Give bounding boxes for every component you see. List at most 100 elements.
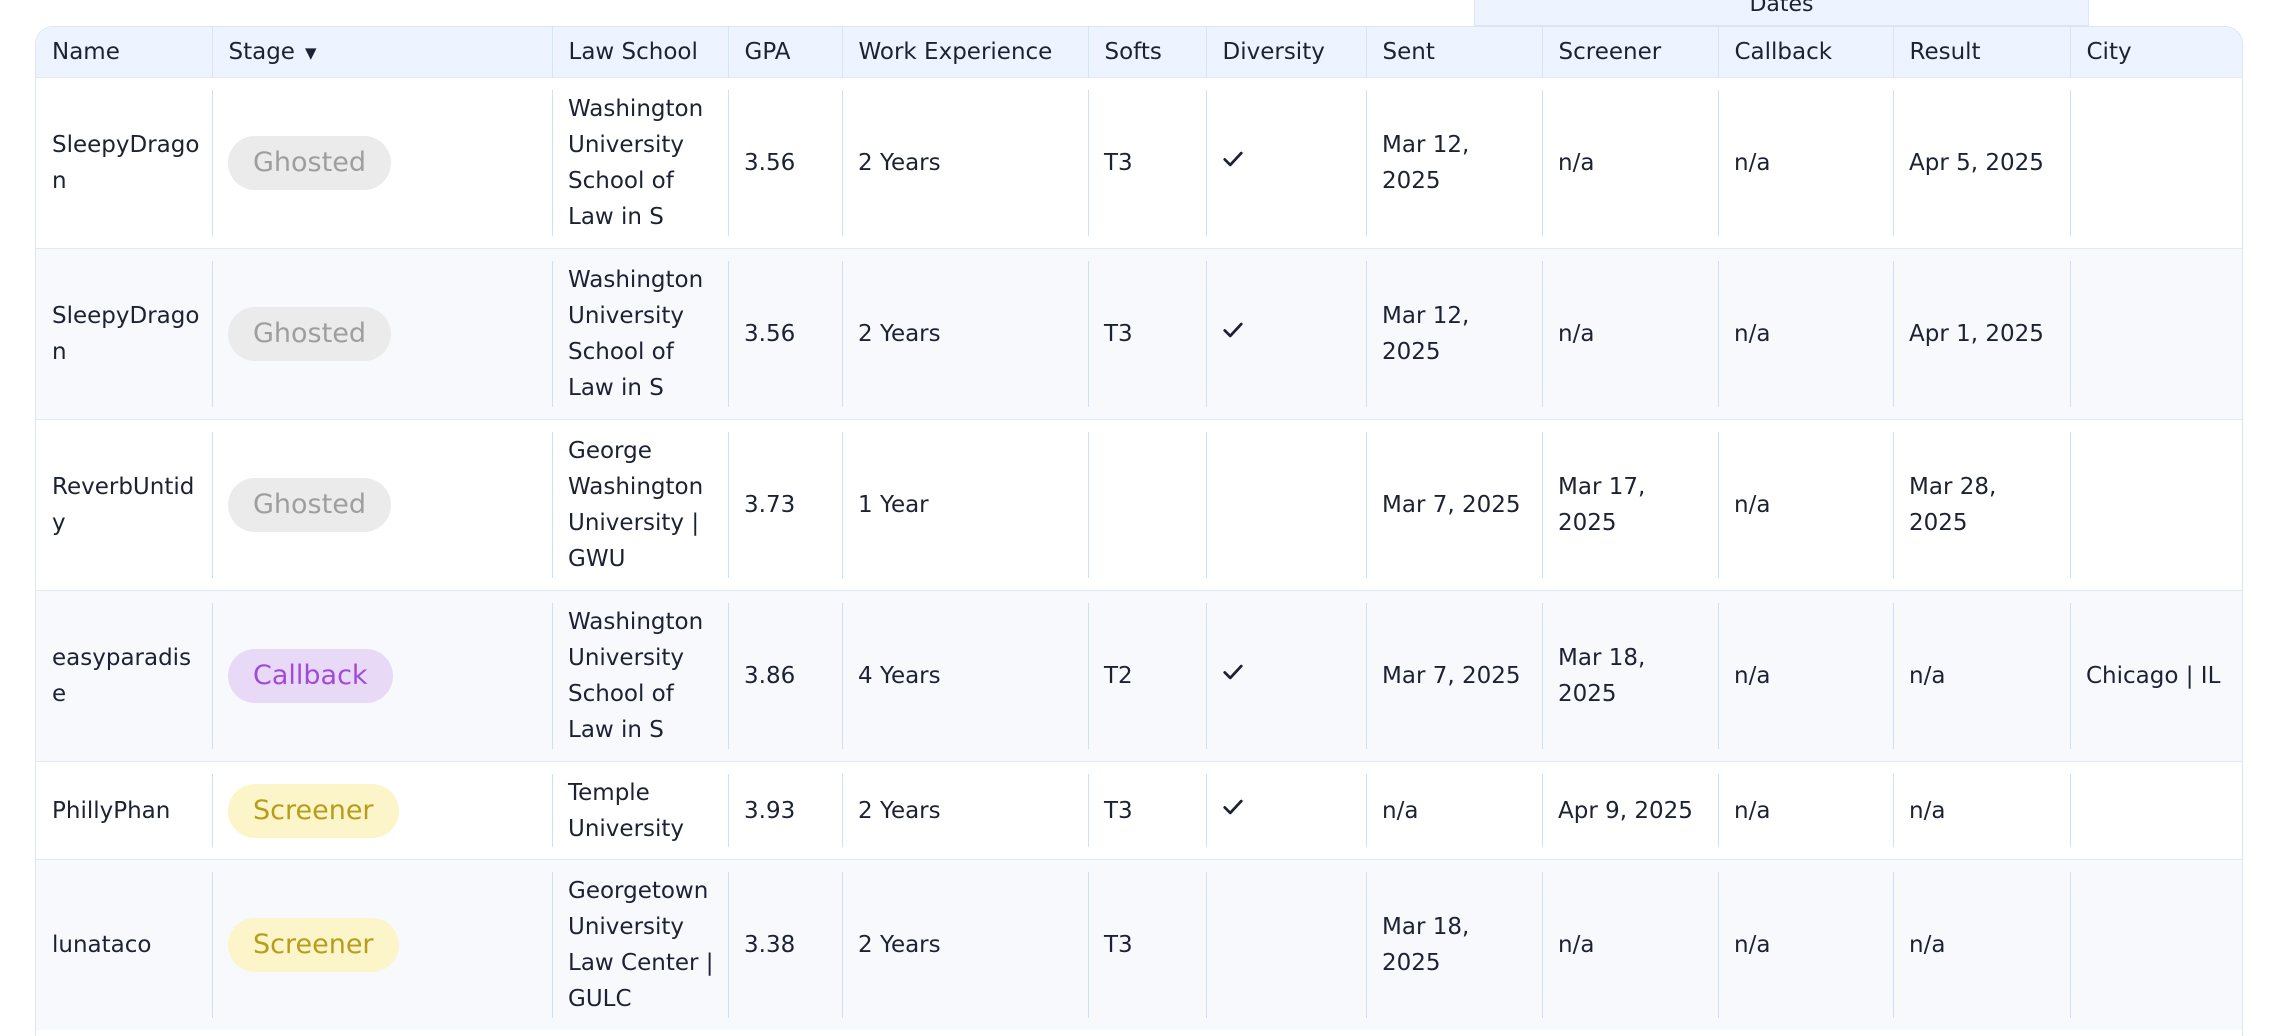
cell-softs: T3 <box>1088 860 1206 1031</box>
cell-screener: n/a <box>1542 249 1718 420</box>
cell-stage: Ghosted <box>212 249 552 420</box>
cell-gpa: 3.86 <box>728 591 842 762</box>
cell-gpa: 3.38 <box>728 860 842 1031</box>
cell-diversity <box>1206 420 1366 591</box>
column-header-callback[interactable]: Callback <box>1717 27 1893 78</box>
cell-diversity <box>1206 591 1366 762</box>
cell-work-experience: 2 Years <box>842 78 1088 249</box>
cell-gpa: 3.56 <box>728 249 842 420</box>
column-header-label: Screener <box>1558 39 1662 65</box>
cell-sent: n/a <box>1366 762 1542 860</box>
cell-softs: T2 <box>1088 591 1206 762</box>
column-header-label: Work Experience <box>858 39 1053 65</box>
cell-name: SleepyDragon <box>52 303 200 365</box>
applications-table: Name Stage ▼ Law School GPA Work Experien… <box>35 26 2243 1036</box>
cell-result: n/a <box>1893 591 2070 762</box>
cell-work-experience: 4 Years <box>842 591 1088 762</box>
cell-work-experience: 2 Years <box>842 249 1088 420</box>
column-header-law-school[interactable]: Law School <box>551 27 728 78</box>
cell-callback: n/a <box>1718 860 1893 1031</box>
column-header-label: Law School <box>568 39 698 65</box>
column-header-softs[interactable]: Softs <box>1087 27 1206 78</box>
cell-sent: Mar 12, 2025 <box>1366 249 1542 420</box>
cell-work-experience: 2 Years <box>842 860 1088 1031</box>
cell-city <box>2070 860 2242 1031</box>
cell-screener: Apr 9, 2025 <box>1542 762 1718 860</box>
checkmark-icon <box>1223 151 1243 167</box>
cell-diversity <box>1206 762 1366 860</box>
stage-badge[interactable]: Ghosted <box>228 136 391 190</box>
cell-screener: n/a <box>1542 78 1718 249</box>
cell-gpa: 3.93 <box>728 762 842 860</box>
column-header-name[interactable]: Name <box>36 27 212 78</box>
cell-stage: Ghosted <box>212 420 552 591</box>
column-header-label: Softs <box>1104 39 1162 65</box>
column-header-gpa[interactable]: GPA <box>727 27 842 78</box>
cell-sent: Mar 12, 2025 <box>1366 78 1542 249</box>
cell-diversity <box>1206 249 1366 420</box>
column-header-diversity[interactable]: Diversity <box>1205 27 1366 78</box>
table-body: SleepyDragon Ghosted Washington Universi… <box>36 77 2242 1031</box>
column-header-result[interactable]: Result <box>1892 27 2070 78</box>
table-row[interactable]: SleepyDragon Ghosted Washington Universi… <box>36 77 2242 249</box>
cell-callback: n/a <box>1718 78 1893 249</box>
cell-city <box>2070 762 2242 860</box>
column-header-label: Stage <box>228 39 295 65</box>
cell-callback: n/a <box>1718 420 1893 591</box>
column-header-label: Callback <box>1734 39 1833 65</box>
column-header-city[interactable]: City <box>2069 27 2242 78</box>
cell-law-school: Georgetown University Law Center | GULC <box>552 860 728 1031</box>
cell-city <box>2070 78 2242 249</box>
column-header-screener[interactable]: Screener <box>1541 27 1718 78</box>
cell-city <box>2070 249 2242 420</box>
stage-badge[interactable]: Screener <box>228 918 399 972</box>
table-row[interactable]: SleepyDragon Ghosted Washington Universi… <box>36 248 2242 420</box>
cell-name: lunataco <box>52 932 152 958</box>
cell-work-experience: 2 Years <box>842 762 1088 860</box>
cell-stage: Screener <box>212 762 552 860</box>
cell-law-school: Washington University School of Law in S <box>552 78 728 249</box>
cell-city: Chicago | IL <box>2070 591 2242 762</box>
cell-sent: Mar 7, 2025 <box>1366 420 1542 591</box>
column-header-work-experience[interactable]: Work Experience <box>841 27 1088 78</box>
cell-callback: n/a <box>1718 762 1893 860</box>
column-header-stage[interactable]: Stage ▼ <box>211 27 552 78</box>
stage-badge[interactable]: Callback <box>228 649 393 703</box>
stage-badge[interactable]: Screener <box>228 783 399 838</box>
cell-law-school: Washington University School of Law in S <box>552 249 728 420</box>
column-header-label: Diversity <box>1222 39 1325 65</box>
column-header-label: GPA <box>744 39 791 65</box>
cell-law-school: George Washington University | GWU <box>552 420 728 591</box>
cell-softs <box>1088 420 1206 591</box>
stage-badge[interactable]: Ghosted <box>228 307 391 361</box>
cell-result: n/a <box>1893 860 2070 1031</box>
sort-descending-icon[interactable]: ▼ <box>305 44 317 62</box>
table-row[interactable]: lunataco Screener Georgetown University … <box>36 859 2242 1031</box>
checkmark-icon <box>1223 664 1243 680</box>
cell-softs: T3 <box>1088 762 1206 860</box>
table-row[interactable]: PhillyPhan Screener Temple University 3.… <box>36 761 2242 860</box>
table-row[interactable]: ReverbUntidy Ghosted George Washington U… <box>36 419 2242 591</box>
cell-gpa: 3.73 <box>728 420 842 591</box>
column-header-label: Sent <box>1382 39 1435 65</box>
cell-screener: n/a <box>1542 860 1718 1031</box>
cell-softs: T3 <box>1088 249 1206 420</box>
column-header-sent[interactable]: Sent <box>1365 27 1542 78</box>
column-header-label: Name <box>52 39 120 65</box>
cell-softs: T3 <box>1088 78 1206 249</box>
cell-name: easyparadise <box>52 645 192 707</box>
stage-badge[interactable]: Ghosted <box>228 478 391 532</box>
checkmark-icon <box>1223 799 1243 814</box>
cell-sent: Mar 7, 2025 <box>1366 591 1542 762</box>
cell-diversity <box>1206 860 1366 1031</box>
cell-screener: Mar 17, 2025 <box>1542 420 1718 591</box>
cell-city <box>2070 420 2242 591</box>
cell-gpa: 3.56 <box>728 78 842 249</box>
column-header-label: Result <box>1909 39 1981 65</box>
cell-sent: Mar 18, 2025 <box>1366 860 1542 1031</box>
cell-result: Apr 5, 2025 <box>1893 78 2070 249</box>
table-row[interactable]: easyparadise Callback Washington Univers… <box>36 590 2242 762</box>
cell-stage: Ghosted <box>212 78 552 249</box>
cell-law-school: Washington University School of Law in S <box>552 591 728 762</box>
cell-name: PhillyPhan <box>52 797 171 824</box>
